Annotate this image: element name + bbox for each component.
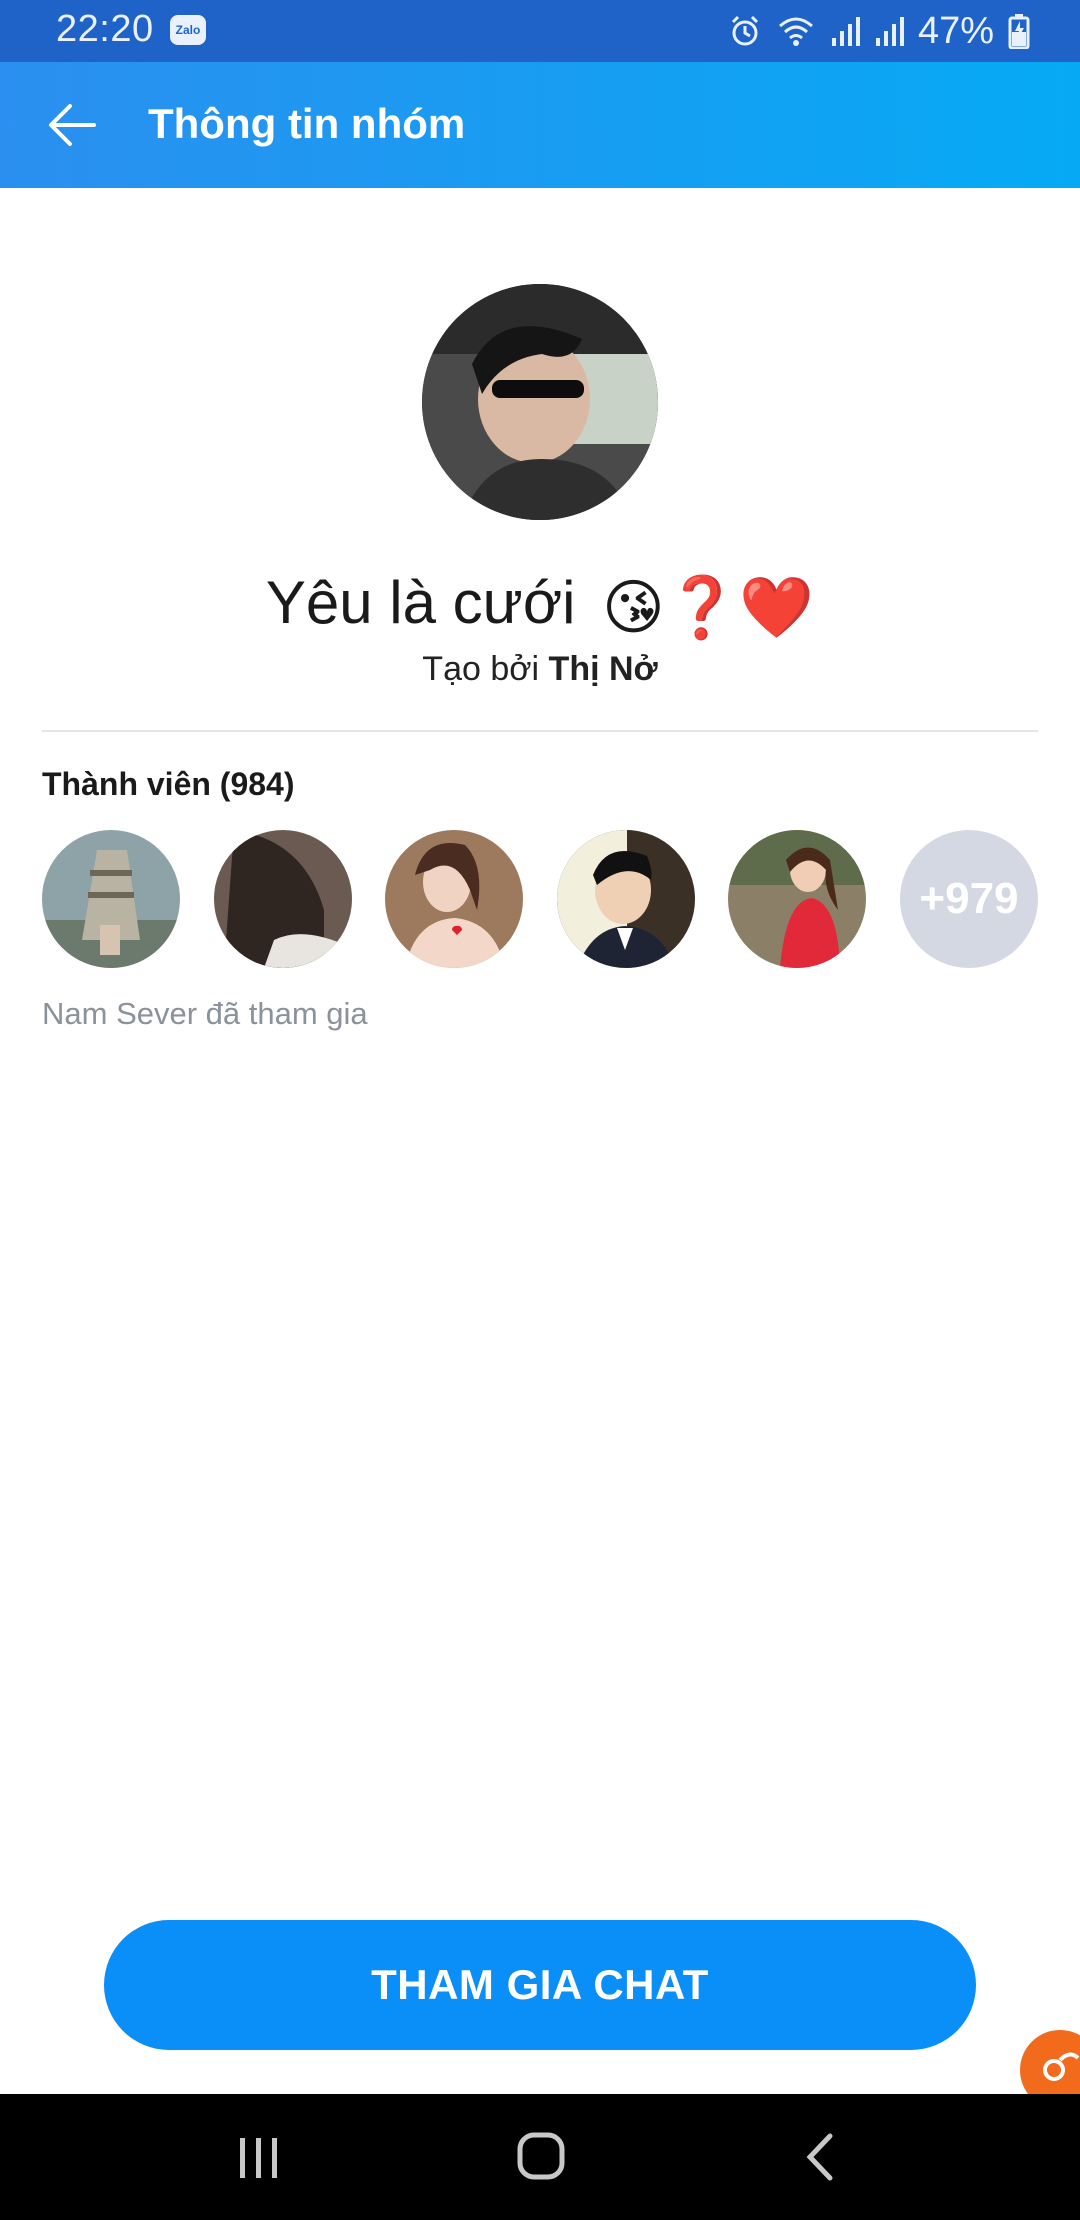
- member-photo: [556, 830, 695, 968]
- alarm-icon: [731, 15, 758, 46]
- battery-icon: [1008, 14, 1030, 49]
- status-time: 22:20: [56, 8, 154, 50]
- app-header: Thông tin nhóm: [0, 62, 1080, 188]
- divider: [42, 730, 1038, 732]
- group-avatar[interactable]: [422, 284, 658, 520]
- signal-icon: [875, 17, 904, 46]
- member-avatar[interactable]: [385, 830, 524, 968]
- creator-name: Thị Nở: [548, 650, 658, 688]
- battery-percent: 47%: [917, 9, 994, 52]
- recent-apps-button[interactable]: [224, 2124, 294, 2190]
- member-avatar[interactable]: [213, 830, 352, 968]
- members-row: +979: [42, 830, 1038, 968]
- status-icons: 47%: [728, 6, 1030, 56]
- system-nav-bar: [0, 2094, 1080, 2220]
- join-chat-button[interactable]: THAM GIA CHAT: [104, 1920, 976, 2050]
- member-photo: [42, 830, 180, 968]
- wifi-icon: [778, 17, 813, 46]
- joined-notice: Nam Sever đã tham gia: [42, 996, 368, 1031]
- home-button[interactable]: [506, 2124, 576, 2190]
- signal-icon: [831, 17, 860, 46]
- created-by-prefix: Tạo bởi: [422, 650, 540, 688]
- back-button[interactable]: [44, 100, 100, 150]
- group-name-emojis: 😘❓❤️: [602, 573, 815, 641]
- member-avatar[interactable]: [728, 830, 867, 968]
- chevron-left-icon: [806, 2133, 833, 2181]
- group-avatar-image: [422, 284, 658, 520]
- arrow-left-icon: [49, 104, 96, 146]
- recent-apps-icon: [240, 2138, 277, 2178]
- member-photo: [213, 830, 352, 968]
- back-nav-button[interactable]: [786, 2124, 856, 2190]
- zalo-notification-icon: Zalo: [170, 15, 206, 45]
- members-label: Thành viên (984): [42, 766, 295, 802]
- more-members-button[interactable]: +979: [899, 830, 1038, 968]
- group-name-text: Yêu là cưới: [265, 569, 576, 636]
- home-icon: [517, 2132, 565, 2180]
- member-photo: [728, 830, 867, 968]
- member-avatar[interactable]: [556, 830, 695, 968]
- member-photo: [385, 830, 524, 968]
- created-by: Tạo bởi Thị Nở: [0, 650, 1080, 689]
- member-avatar[interactable]: [42, 830, 180, 968]
- status-bar: 22:20 Zalo 47%: [0, 0, 1080, 62]
- page-title: Thông tin nhóm: [148, 100, 466, 147]
- group-name: Yêu là cưới 😘❓❤️: [0, 568, 1080, 643]
